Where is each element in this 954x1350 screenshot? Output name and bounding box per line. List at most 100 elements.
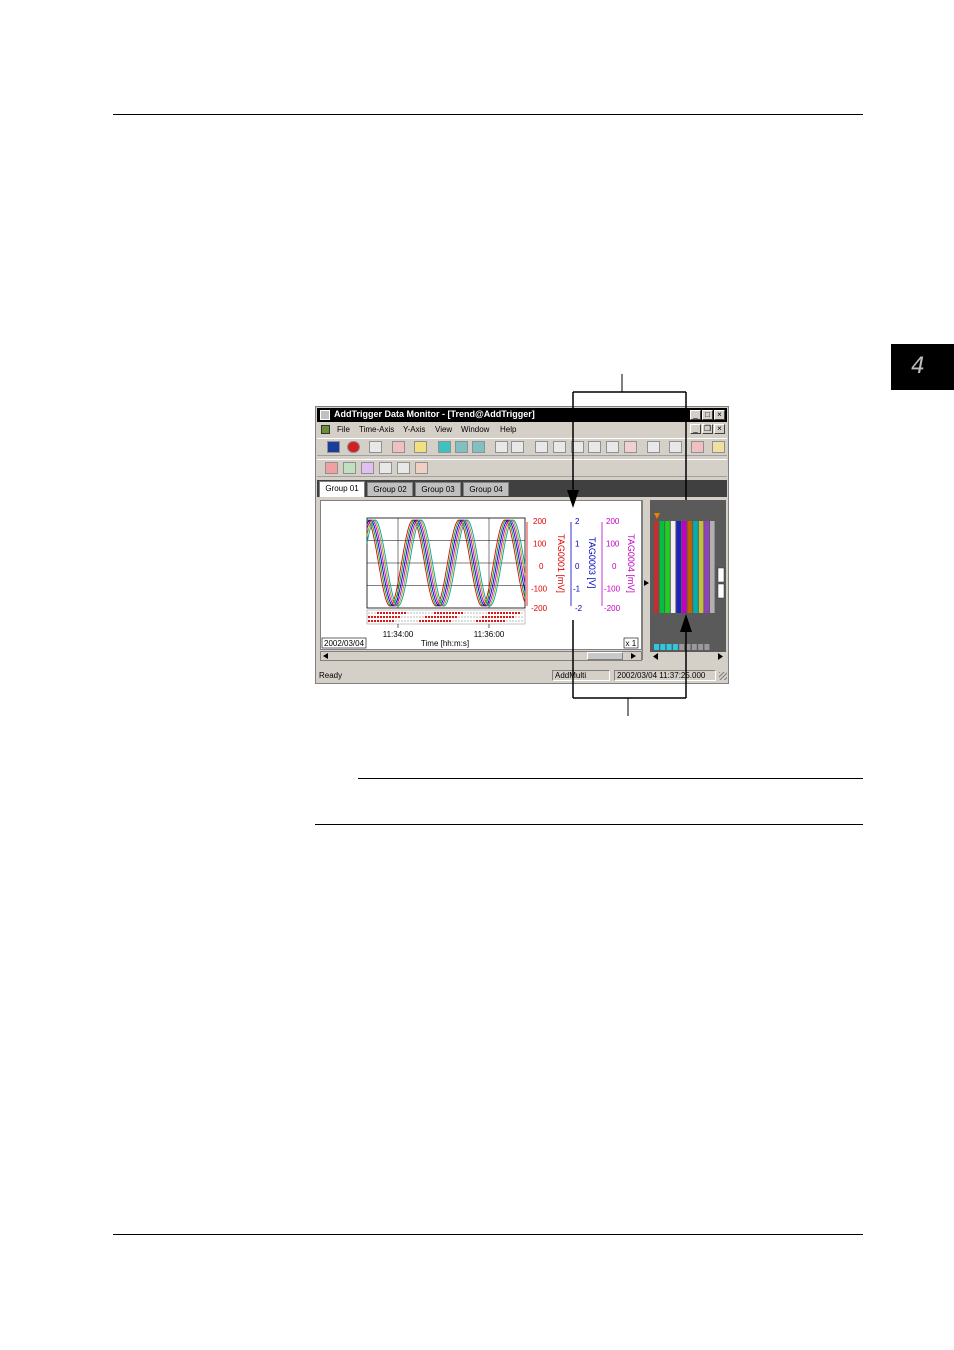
event-marker [487,611,491,615]
event-marker [368,612,370,614]
channel-indicator[interactable] [654,644,659,650]
event-marker [518,620,520,622]
menu-time-axis[interactable]: Time-Axis [359,425,394,434]
layout-2-icon[interactable] [553,441,566,453]
child-close-button[interactable]: × [714,424,725,434]
layout-4-icon[interactable] [588,441,601,453]
channel-indicator[interactable] [679,644,685,650]
start-icon[interactable] [327,441,340,453]
event-marker [442,615,446,619]
zoom-out-icon[interactable] [511,441,524,453]
pause-icon[interactable] [369,441,382,453]
menu-view[interactable]: View [435,425,452,434]
scroll-arrow-icon[interactable] [644,580,649,586]
trend-icon[interactable] [343,462,356,474]
channel-indicator[interactable] [704,644,710,650]
menu-window[interactable]: Window [461,425,489,434]
layout-6-icon[interactable] [624,441,637,453]
event-marker [496,619,500,623]
event-marker [451,611,455,615]
child-minimize-button[interactable]: _ [690,424,701,434]
scroll-right-icon[interactable] [472,441,485,453]
scale-tick: 100 [533,540,547,549]
scroll-right-arrow-icon[interactable] [631,653,636,659]
layout-5-icon[interactable] [606,441,619,453]
event-marker [508,611,512,615]
horizontal-scrollbar[interactable] [320,651,642,661]
digital-icon[interactable] [379,462,392,474]
align-icon[interactable] [647,441,660,453]
marker-icon[interactable] [414,441,427,453]
tab-group-04[interactable]: Group 04 [463,482,509,496]
scroll-thumb[interactable] [587,652,623,660]
event-marker [419,612,421,614]
mask-icon[interactable] [691,441,704,453]
footer-rule [113,1234,863,1235]
resize-grip-icon[interactable] [719,672,727,680]
menu-y-axis[interactable]: Y-Axis [403,425,425,434]
event-marker [521,616,523,618]
event-marker [388,615,392,619]
event-marker [467,616,469,618]
close-button[interactable]: × [714,410,725,420]
trend-pane: 11:34:00 11:36:00 Time [hh:m:s] 2002/03/… [320,500,642,650]
event-marker [511,611,515,615]
event-marker [391,615,395,619]
event-marker [373,619,377,623]
layout-1-icon[interactable] [535,441,548,453]
tab-group-01[interactable]: Group 01 [319,481,365,497]
event-marker [401,620,403,622]
layout-3-icon[interactable] [571,441,584,453]
menu-help[interactable]: Help [500,425,516,434]
menu-file[interactable]: File [337,425,350,434]
event-marker [436,619,440,623]
scale-tick: 0 [539,562,544,571]
tab-group-03[interactable]: Group 03 [415,482,461,496]
event-marker [490,615,494,619]
zoom-in-icon[interactable] [495,441,508,453]
channel-indicator[interactable] [691,644,697,650]
event-marker [515,616,517,618]
display-icon[interactable] [438,441,451,453]
event-marker [490,619,494,623]
event-marker [367,619,371,623]
event-marker [413,612,415,614]
event-marker [430,615,434,619]
event-marker [388,611,392,615]
event-marker [502,611,506,615]
channel-indicator[interactable] [698,644,704,650]
channel-indicator[interactable] [666,644,672,650]
stop-icon[interactable] [347,441,360,453]
timer-icon[interactable] [415,462,428,474]
event-marker [475,619,479,623]
trigger-icon[interactable] [392,441,405,453]
event-marker [410,616,412,618]
scroll-left-icon[interactable] [455,441,468,453]
minimize-button[interactable]: _ [690,410,701,420]
event-marker [521,612,523,614]
maximize-button[interactable]: □ [702,410,713,420]
overview-icon[interactable] [397,462,410,474]
tab-group-02[interactable]: Group 02 [367,482,413,496]
event-marker [401,616,403,618]
channel-indicator[interactable] [685,644,691,650]
alarm-icon[interactable] [325,462,338,474]
event-marker [448,619,452,623]
event-marker [445,611,449,615]
bar [654,521,659,613]
scroll-left-arrow-icon[interactable] [323,653,328,659]
event-marker [398,620,400,622]
document-icon[interactable] [321,425,330,434]
scale-tick: 0 [575,562,580,571]
channel-indicator[interactable] [672,644,678,650]
channel-indicator[interactable] [660,644,666,650]
title-bar: AddTrigger Data Monitor - [Trend@AddTrig… [317,408,727,422]
help-icon[interactable] [712,441,725,453]
bar-icon[interactable] [361,462,374,474]
child-restore-button[interactable]: ❐ [702,424,713,434]
event-marker [487,615,491,619]
grid-icon[interactable] [669,441,682,453]
app-icon [320,410,330,420]
scale-tick: -100 [604,585,621,594]
event-marker [416,620,418,622]
